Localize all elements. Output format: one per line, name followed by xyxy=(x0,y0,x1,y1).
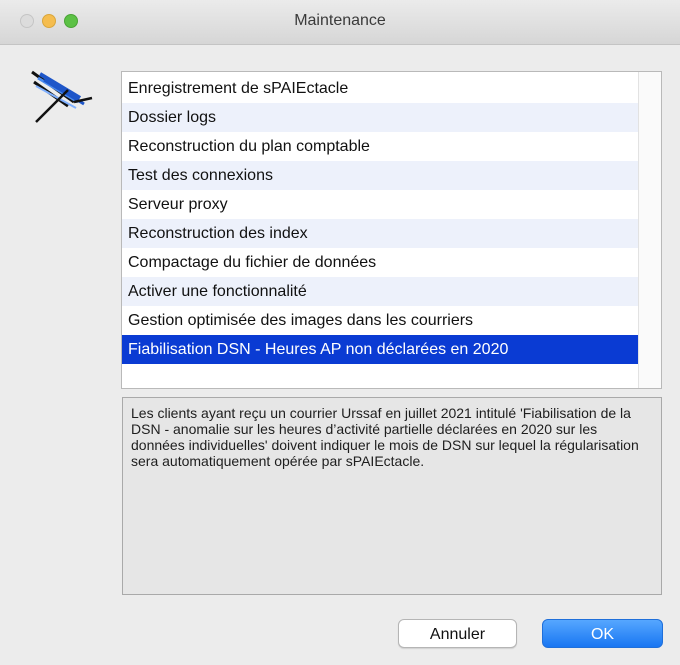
cancel-button[interactable]: Annuler xyxy=(398,619,517,648)
list-item[interactable]: Gestion optimisée des images dans les co… xyxy=(122,306,639,335)
list-item[interactable]: Compactage du fichier de données xyxy=(122,248,639,277)
list-item[interactable]: Dossier logs xyxy=(122,103,639,132)
list-item[interactable]: Reconstruction des index xyxy=(122,219,639,248)
list-item[interactable]: Serveur proxy xyxy=(122,190,639,219)
list-item[interactable]: Test des connexions xyxy=(122,161,639,190)
window-title: Maintenance xyxy=(294,12,386,29)
list-item[interactable]: Enregistrement de sPAIEctacle xyxy=(122,74,639,103)
ok-button[interactable]: OK xyxy=(542,619,663,648)
list-item[interactable]: Activer une fonctionnalité xyxy=(122,277,639,306)
maintenance-window: Maintenance Enregistrement de sPAIEctacl… xyxy=(0,0,680,665)
description-text: Les clients ayant reçu un courrier Urssa… xyxy=(122,397,662,595)
list-scrollbar[interactable] xyxy=(638,72,661,388)
maintenance-options-list[interactable]: Enregistrement de sPAIEctacle Dossier lo… xyxy=(121,71,662,389)
spaiectacle-logo-icon xyxy=(28,70,94,126)
title-bar: Maintenance xyxy=(0,0,680,45)
list-item[interactable]: Reconstruction du plan comptable xyxy=(122,132,639,161)
list-item-selected[interactable]: Fiabilisation DSN - Heures AP non déclar… xyxy=(122,335,639,364)
